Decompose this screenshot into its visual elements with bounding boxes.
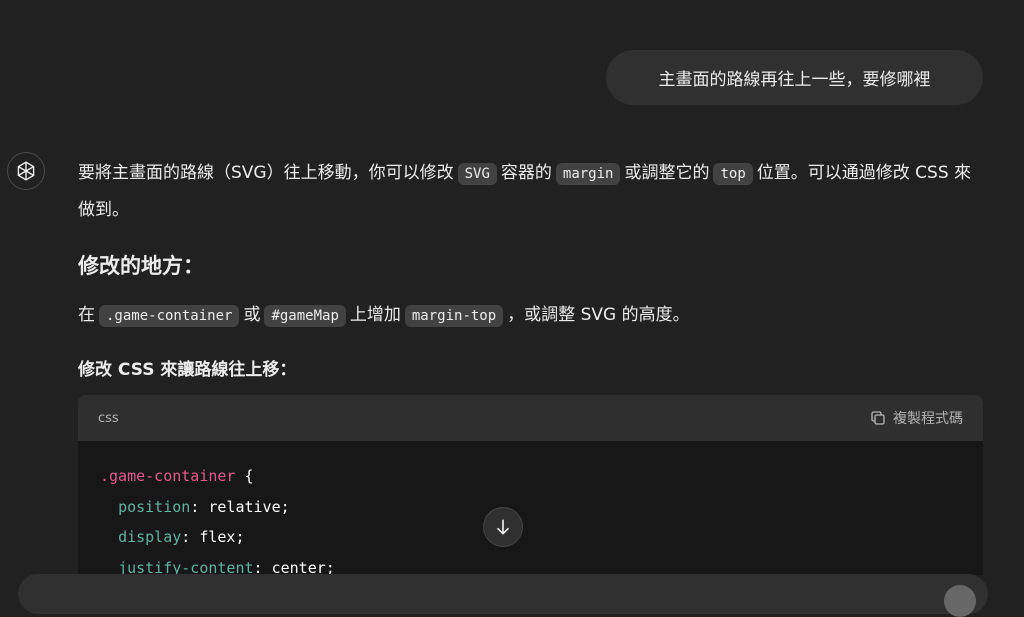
css-value: flex; (199, 528, 245, 546)
code-block: css 複製程式碼 .game-container { position: re… (78, 395, 983, 575)
subheading: 修改 CSS 來讓路線往上移： (78, 360, 297, 380)
copy-code-button[interactable]: 複製程式碼 (869, 408, 963, 428)
inline-code: margin (555, 163, 621, 185)
copy-icon (871, 411, 885, 425)
text-segment: 在 (78, 305, 95, 325)
code-line: position: relative; (118, 497, 290, 516)
css-brace: { (244, 467, 254, 485)
css-property: position (118, 497, 191, 516)
code-line: .game-container { (100, 461, 983, 492)
code-language-label: css (98, 410, 119, 426)
inline-code: .game-container (99, 305, 240, 327)
css-property: display (118, 528, 182, 546)
css-value: relative; (208, 497, 290, 516)
text-segment: 或調整它的 (624, 163, 710, 183)
openai-logo-icon (17, 161, 35, 181)
code-line: justify-content: center; (118, 558, 335, 576)
inline-code: SVG (457, 163, 497, 185)
message-composer[interactable] (18, 574, 988, 614)
copy-code-label: 複製程式碼 (893, 411, 963, 427)
scroll-to-bottom-button[interactable] (483, 507, 523, 547)
inline-code: #gameMap (264, 305, 346, 327)
inline-code: margin-top (404, 305, 504, 327)
user-message-bubble: 主畫面的路線再往上一些，要修哪裡 (606, 50, 983, 105)
arrow-down-icon (497, 519, 509, 535)
code-line: display: flex; (118, 528, 245, 546)
assistant-paragraph-2: 在 .game-container 或 #gameMap 上增加 margin-top ，或… (78, 297, 983, 334)
inline-code: top (713, 163, 753, 185)
text-segment: 容器的 (500, 163, 552, 183)
assistant-avatar (7, 152, 45, 190)
assistant-paragraph-1: 要將主畫面的路線（SVG）往上移動，你可以修改 SVG 容器的 margin 或調整它的… (78, 155, 983, 228)
user-message-text: 主畫面的路線再往上一些，要修哪裡 (658, 70, 931, 90)
css-value: center; (271, 558, 335, 576)
text-segment: 或 (243, 305, 261, 325)
text-segment: ，或調整 SVG 的高度。 (507, 305, 690, 325)
css-property: justify-content (118, 558, 254, 576)
css-selector: .game-container (100, 467, 236, 485)
text-segment: 上增加 (349, 305, 401, 325)
text-segment: 要將主畫面的路線（SVG）往上移動，你可以修改 (78, 163, 454, 183)
code-block-header: css 複製程式碼 (78, 395, 983, 441)
section-heading: 修改的地方： (78, 254, 204, 278)
code-content: .game-container { position: relative; di… (78, 441, 983, 575)
